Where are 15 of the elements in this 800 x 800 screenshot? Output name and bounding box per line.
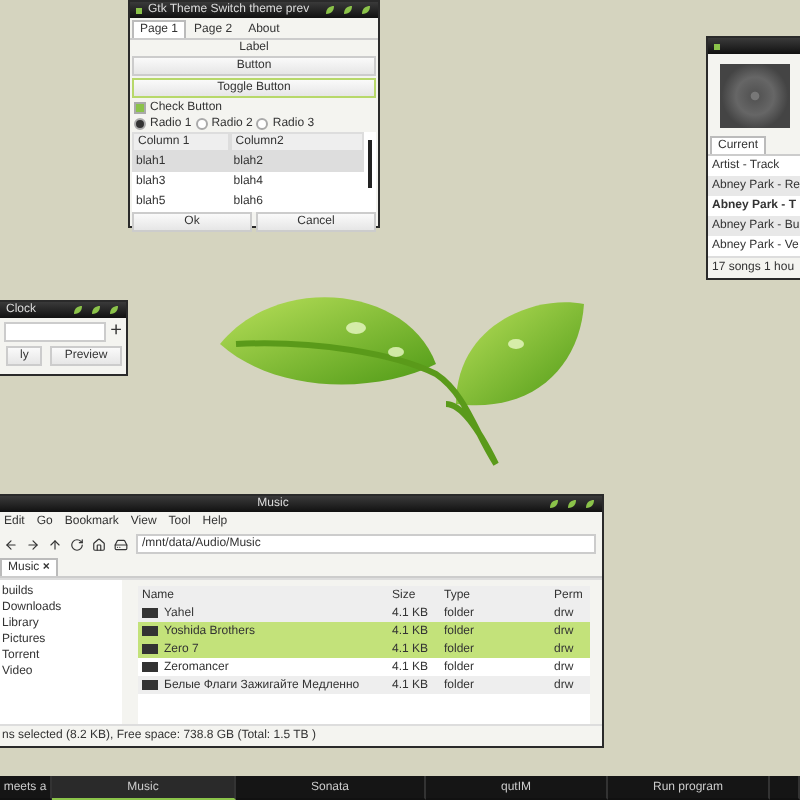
window-icon [136,7,142,13]
up-icon[interactable] [48,537,62,551]
home-icon[interactable] [92,537,106,551]
radio-button[interactable] [256,118,269,130]
reload-icon[interactable] [70,537,84,551]
forward-icon[interactable] [26,537,40,551]
back-icon[interactable] [4,537,18,551]
input-field[interactable] [4,321,107,341]
radio-button[interactable] [195,118,208,130]
checkbox[interactable] [134,102,146,114]
radio-button[interactable] [134,118,146,130]
drive-icon[interactable] [114,537,128,551]
window-icon [714,43,720,49]
album-art [720,64,790,128]
add-button[interactable]: + [110,320,122,342]
